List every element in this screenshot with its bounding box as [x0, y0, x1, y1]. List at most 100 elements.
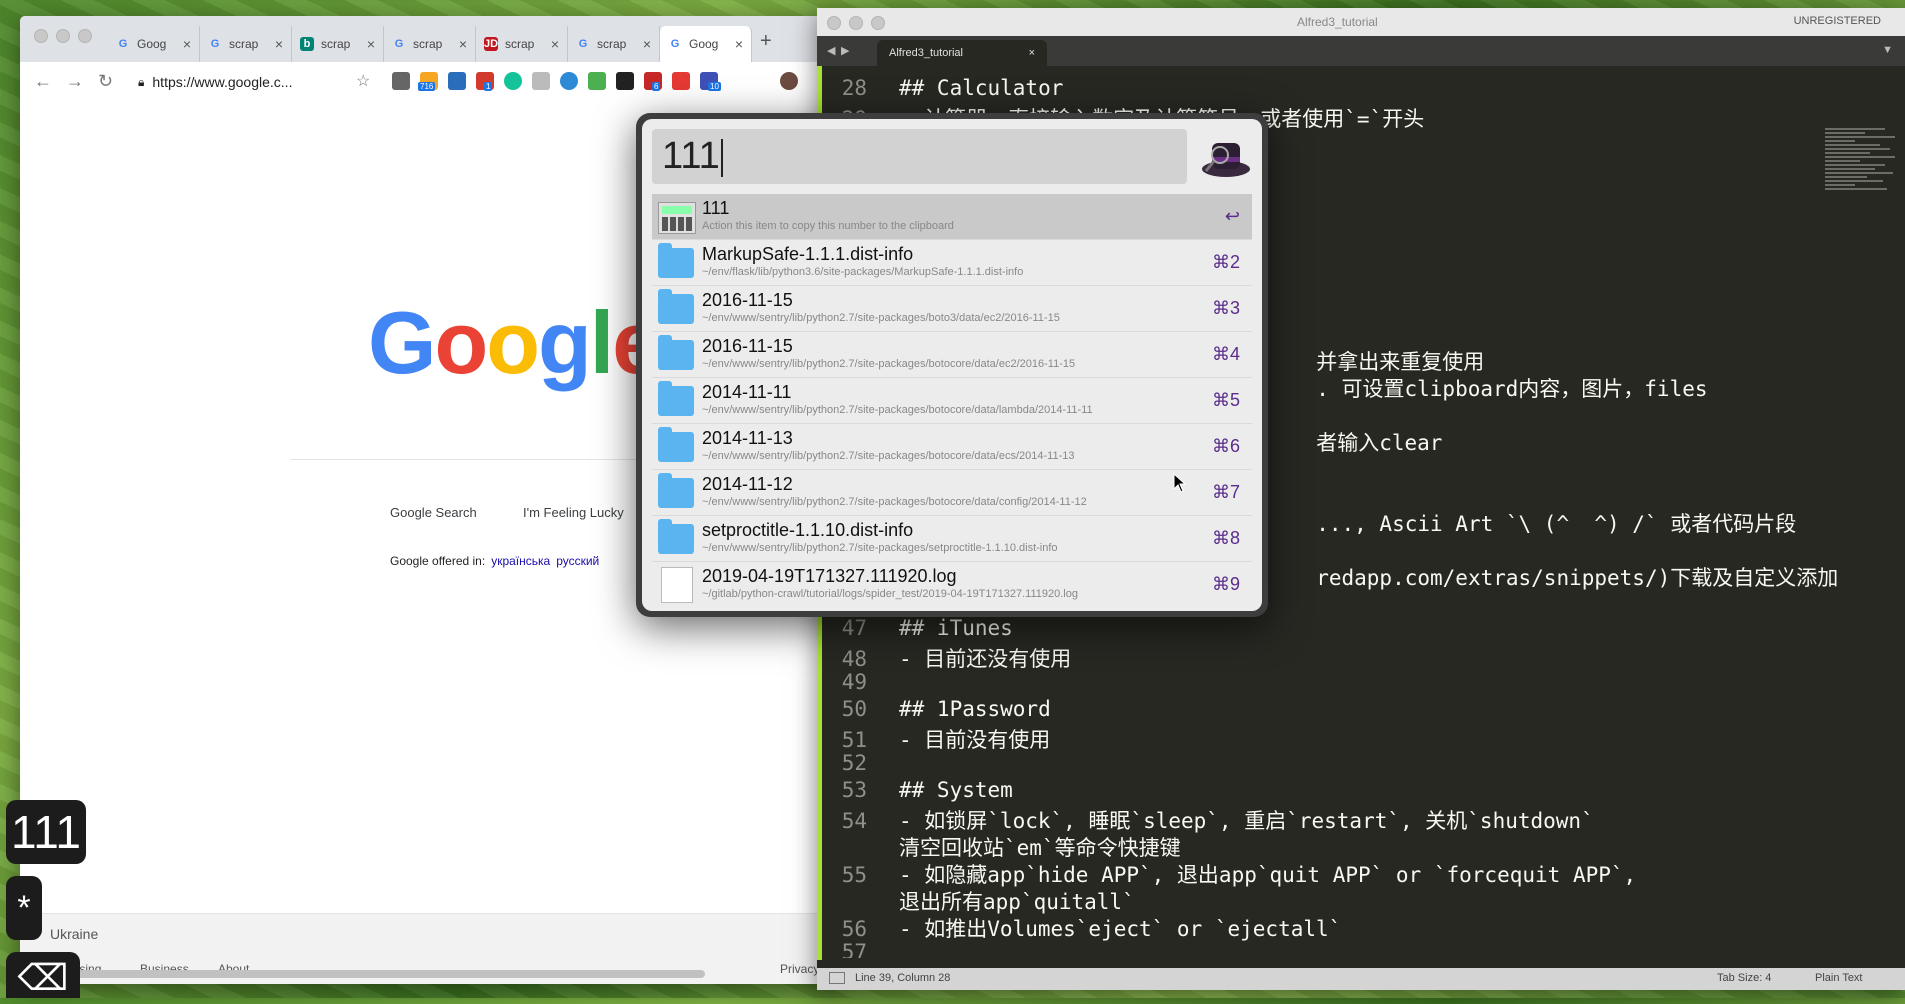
alfred-result-item[interactable]: 2014-11-11 ~/env/www/sentry/lib/python2.… [652, 378, 1252, 424]
grammarly-icon[interactable] [504, 72, 522, 90]
result-subtitle: Action this item to copy this number to … [702, 220, 954, 232]
cursor-position: Line 39, Column 28 [855, 972, 951, 984]
tab-label: Goog [137, 37, 167, 51]
feeling-lucky-button[interactable]: I'm Feeling Lucky [523, 505, 624, 520]
fe-extension-icon[interactable] [672, 72, 690, 90]
close-window-button[interactable] [827, 16, 841, 30]
panel-toggle-icon[interactable] [829, 972, 845, 984]
zoom-window-button[interactable] [871, 16, 885, 30]
result-subtitle: ~/env/www/sentry/lib/python2.7/site-pack… [702, 542, 1058, 554]
code-line: 清空回收站`em`等命令快捷键 [817, 832, 1817, 860]
chrome-tab-active[interactable]: G Goog × [660, 26, 752, 62]
folder-icon [658, 381, 694, 416]
code-line: 48 - 目前还没有使用 [817, 643, 1817, 671]
bookmark-star-icon[interactable]: ☆ [356, 71, 370, 91]
forward-icon[interactable]: → [66, 71, 84, 92]
profile-avatar[interactable] [780, 72, 798, 90]
result-shortcut: ⌘5 [1211, 390, 1240, 410]
reload-icon[interactable]: ↻ [98, 71, 113, 92]
alfred-result-item[interactable]: 111 Action this item to copy this number… [652, 194, 1252, 240]
alfred-search-input[interactable]: 111 [652, 129, 1187, 184]
calculator-icon [658, 202, 696, 234]
alfred-result-item[interactable]: setproctitle-1.1.10.dist-info ~/env/www/… [652, 516, 1252, 562]
result-title: 2016-11-15 [702, 336, 793, 356]
close-tab-icon[interactable]: × [367, 36, 375, 52]
close-tab-icon[interactable]: × [551, 36, 559, 52]
editor-tab[interactable]: Alfred3_tutorial × [877, 40, 1047, 66]
syntax-selector[interactable]: Plain Text [1815, 972, 1863, 984]
chrome-tab[interactable]: JD scrap × [476, 26, 568, 62]
result-title: 2014-11-12 [702, 474, 793, 494]
close-tab-icon[interactable]: × [643, 36, 651, 52]
tab-size-selector[interactable]: Tab Size: 4 [1717, 972, 1771, 984]
chrome-tab[interactable]: Gscrap × [384, 26, 476, 62]
enter-icon: ↩ [1224, 206, 1240, 226]
horizontal-scrollbar[interactable] [65, 970, 705, 978]
glasses-extension-icon[interactable] [616, 72, 634, 90]
extension-badge: 10 [708, 82, 721, 91]
chrome-toolbar: ← → ↻ 🔒︎ https://www.google.c... ☆ 716 1… [20, 62, 835, 103]
footer-privacy-link[interactable]: Privacy [780, 962, 819, 976]
editor-tab-label: Alfred3_tutorial [889, 47, 963, 59]
s-extension-icon[interactable] [448, 72, 466, 90]
close-tab-icon[interactable]: × [183, 36, 191, 52]
line-number: 56 [841, 917, 867, 941]
chrome-tab[interactable]: b scrap × [292, 26, 384, 62]
tab-label: scrap [229, 37, 259, 51]
alfred-result-item[interactable]: 2016-11-15 ~/env/www/sentry/lib/python2.… [652, 286, 1252, 332]
close-window-button[interactable] [34, 29, 48, 43]
new-tab-button[interactable]: + [760, 30, 772, 53]
minimap[interactable] [1825, 126, 1905, 256]
status-bar: Line 39, Column 28 Tab Size: 4 Plain Tex… [817, 968, 1905, 990]
close-tab-icon[interactable]: × [1029, 47, 1035, 59]
delete-key-icon: ⌫ [6, 952, 80, 998]
google-search-button[interactable]: Google Search [390, 505, 477, 520]
result-shortcut: ⌘8 [1211, 528, 1240, 548]
window-controls [34, 29, 92, 43]
line-text: ## System [899, 778, 1013, 802]
back-icon[interactable]: ← [34, 71, 52, 92]
tab-label: scrap [321, 37, 351, 51]
alfred-result-item[interactable]: 2016-11-15 ~/env/www/sentry/lib/python2.… [652, 332, 1252, 378]
language-link-ukrainian[interactable]: українська [491, 554, 550, 568]
close-tab-icon[interactable]: × [735, 36, 743, 52]
alfred-result-item[interactable]: 2019-04-19T171327.111920.log ~/gitlab/py… [652, 562, 1252, 607]
close-tab-icon[interactable]: × [459, 36, 467, 52]
result-title: setproctitle-1.1.10.dist-info [702, 520, 914, 540]
line-number: 57 [841, 940, 867, 958]
alfred-result-item[interactable]: 2014-11-13 ~/env/www/sentry/lib/python2.… [652, 424, 1252, 470]
language-link-russian[interactable]: русский [556, 554, 599, 568]
tab-prev-icon[interactable]: ◀ [827, 44, 835, 57]
lock-icon: 🔒︎ [138, 74, 145, 89]
minimize-window-button[interactable] [849, 16, 863, 30]
result-title: 111 [702, 198, 730, 218]
code-line: 56 - 如推出Volumes`eject` or `ejectall` [817, 913, 1817, 941]
chrome-tab[interactable]: G Goog × [108, 26, 200, 62]
tab-next-icon[interactable]: ▶ [841, 44, 849, 57]
line-text: 清空回收站`em`等命令快捷键 [899, 836, 1181, 860]
line-text: ## iTunes [899, 616, 1013, 640]
extension-badge: 6 [652, 82, 661, 91]
line-text: - 目前没有使用 [899, 728, 1051, 752]
bing-icon: b [300, 37, 314, 51]
alfred-results-list: 111 Action this item to copy this number… [652, 194, 1252, 607]
mail-extension-icon[interactable] [392, 72, 410, 90]
window-title: Alfred3_tutorial [1297, 15, 1378, 29]
line-number: 28 [841, 76, 867, 100]
code-line: 52 [817, 751, 1817, 778]
code-line: 53 ## System [817, 778, 1817, 805]
vpn-extension-icon[interactable] [560, 72, 578, 90]
address-bar[interactable]: 🔒︎ https://www.google.c... [138, 70, 343, 94]
alfred-result-item[interactable]: MarkupSafe-1.1.1.dist-info ~/env/flask/l… [652, 240, 1252, 286]
chrome-tab[interactable]: Gscrap × [568, 26, 660, 62]
colorful-extension-icon[interactable] [588, 72, 606, 90]
recycle-extension-icon[interactable] [532, 72, 550, 90]
tab-menu-icon[interactable]: ▼ [1882, 44, 1893, 56]
alfred-result-item[interactable]: 2014-11-12 ~/env/www/sentry/lib/python2.… [652, 470, 1252, 516]
zoom-window-button[interactable] [78, 29, 92, 43]
chrome-tab[interactable]: Gscrap × [200, 26, 292, 62]
close-tab-icon[interactable]: × [275, 36, 283, 52]
text-caret [720, 138, 723, 177]
minimize-window-button[interactable] [56, 29, 70, 43]
line-text: ## Calculator [899, 76, 1064, 100]
